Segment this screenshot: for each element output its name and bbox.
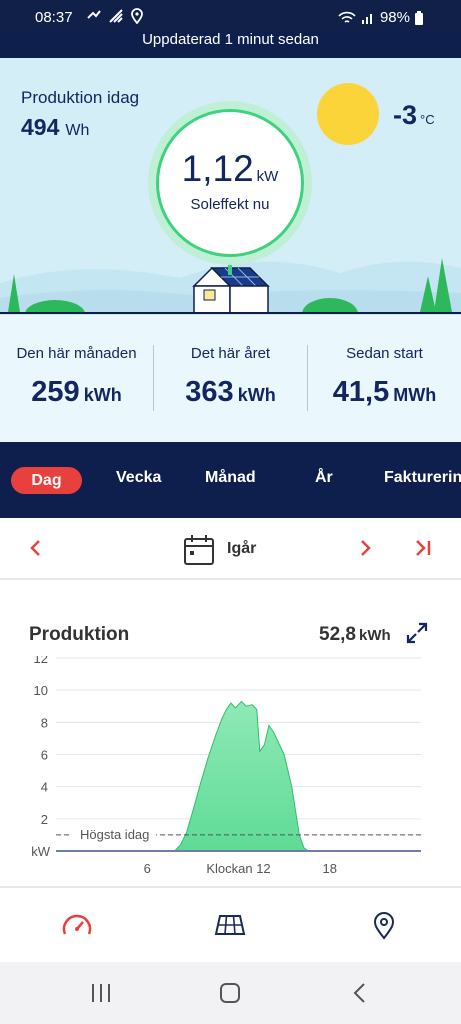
- total-year: Det här året 363 kWh: [185, 345, 276, 408]
- battery-percent: 98%: [379, 9, 410, 26]
- status-bar: 08:37 98%: [0, 0, 461, 32]
- production-totals: Den här månaden 259 kWh Det här året 363 k…: [0, 314, 461, 442]
- tab-month[interactable]: Månad: [205, 469, 256, 487]
- calendar-icon[interactable]: [183, 534, 215, 566]
- status-system-icons: 98%: [338, 9, 423, 26]
- signal-crossed-icon: [109, 9, 123, 23]
- x-tick-label: 6: [144, 861, 151, 876]
- tab-week[interactable]: Vecka: [116, 469, 161, 487]
- cell-signal-icon: [361, 13, 372, 24]
- status-notification-icons: [86, 8, 144, 24]
- chevron-right-icon[interactable]: [357, 538, 375, 558]
- date-navigation: Igår: [0, 518, 461, 580]
- y-tick-label: 10: [34, 683, 48, 698]
- production-today-value: 494 Wh: [21, 114, 90, 140]
- y-tick-label: 8: [41, 715, 48, 730]
- current-power-gauge[interactable]: 1,12 kW Soleffekt nu: [148, 101, 312, 265]
- x-tick-label: 18: [323, 861, 337, 876]
- total-since-start: Sedan start 41,5 MWh: [332, 345, 437, 408]
- location-pin-icon[interactable]: [373, 912, 395, 940]
- status-time: 08:37: [35, 9, 73, 26]
- production-hero: Produktion idag 494 Wh -3 °C 1,12 kW Sol…: [0, 58, 461, 314]
- chart-title: Produktion: [29, 624, 130, 645]
- current-power-value: 1,12 kW: [181, 148, 279, 189]
- wifi-icon: [338, 11, 356, 23]
- expand-icon[interactable]: [406, 622, 428, 644]
- production-area: [162, 700, 315, 852]
- x-tick-label: Klockan 12: [206, 861, 270, 876]
- y-axis-label: kW: [31, 844, 51, 859]
- bottom-navigation: [0, 890, 461, 962]
- production-today-label: Produktion idag: [21, 88, 140, 107]
- battery-icon: [415, 10, 423, 25]
- temperature: -3 °C: [393, 100, 435, 130]
- speedometer-icon[interactable]: [61, 912, 93, 938]
- chart-total: 52,8 kWh: [319, 624, 391, 645]
- temperature-unit: °C: [420, 112, 435, 127]
- tab-year[interactable]: År: [315, 469, 333, 487]
- y-tick-label: 12: [34, 656, 48, 666]
- home-icon[interactable]: [219, 982, 241, 1004]
- selected-date[interactable]: Igår: [227, 540, 256, 558]
- skip-to-latest-icon[interactable]: [413, 538, 435, 558]
- y-tick-label: 4: [41, 780, 48, 795]
- current-power-caption: Soleffekt nu: [190, 196, 270, 213]
- tab-day[interactable]: Dag: [11, 467, 82, 494]
- system-navigation-bar: [0, 962, 461, 1024]
- sun-icon: [317, 83, 379, 145]
- tab-billing[interactable]: Fakturering: [384, 469, 461, 487]
- location-icon: [131, 8, 143, 24]
- production-chart[interactable]: 2 4 6 8 10 12 kW Högsta idag 6 Klockan 12 18: [0, 656, 461, 882]
- production-chart-card: Produktion 52,8 kWh 2 4 6 8 10 12 kW Högsta idag…: [0, 582, 461, 888]
- back-icon[interactable]: [351, 982, 369, 1004]
- y-tick-label: 2: [41, 812, 48, 827]
- missed-call-icon: [87, 10, 101, 19]
- solar-panel-icon[interactable]: [214, 912, 246, 938]
- y-tick-label: 6: [41, 748, 48, 763]
- period-tabs: Dag Vecka Månad År Fakturering: [0, 442, 461, 518]
- last-updated-banner: Uppdaterad 1 minut sedan: [0, 30, 461, 58]
- recent-apps-icon[interactable]: [90, 982, 112, 1004]
- reference-label: Högsta idag: [80, 827, 149, 842]
- total-month: Den här månaden 259 kWh: [16, 345, 137, 408]
- chevron-left-icon[interactable]: [26, 538, 44, 558]
